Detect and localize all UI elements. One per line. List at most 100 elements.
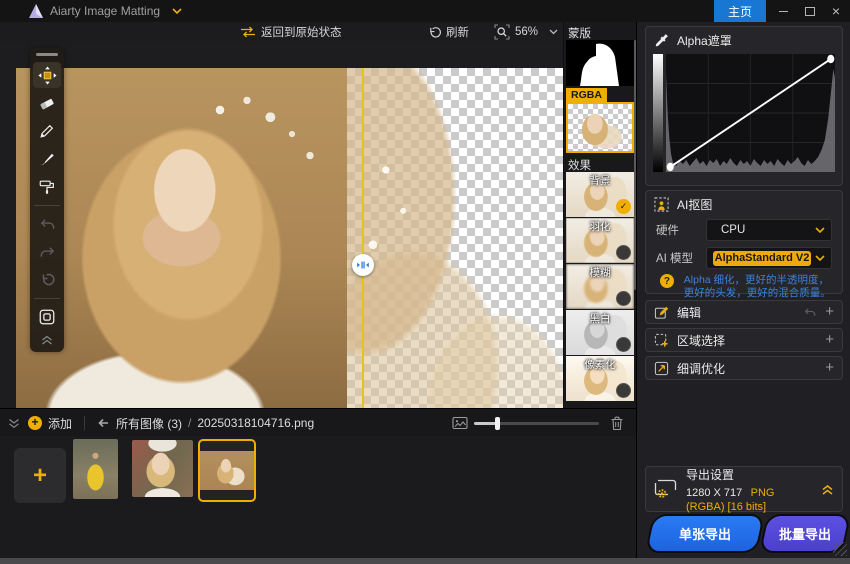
region-select-section-header[interactable]: 区域选择 + bbox=[645, 328, 843, 352]
delete-image-button[interactable] bbox=[610, 409, 624, 437]
effect-thumbnail-bw[interactable]: 黑白 bbox=[566, 310, 634, 355]
app-menu-chevron-icon[interactable] bbox=[172, 8, 182, 15]
minimize-button[interactable] bbox=[776, 6, 790, 17]
brush-tool-button[interactable] bbox=[33, 146, 61, 172]
canvas-viewport[interactable] bbox=[0, 42, 563, 408]
effect-thumbnail-pixelate[interactable]: 像素化 bbox=[566, 356, 634, 401]
expand-section-button[interactable]: + bbox=[825, 333, 834, 347]
trash-icon bbox=[610, 416, 624, 431]
window-bottom-edge bbox=[0, 558, 850, 564]
effect-enabled-check-icon[interactable]: ✓ bbox=[616, 199, 631, 214]
filmstrip-add-tile[interactable]: + bbox=[14, 448, 66, 503]
plus-circle-icon: + bbox=[28, 416, 42, 430]
alpha-gradient-strip bbox=[653, 54, 663, 172]
maximize-button[interactable] bbox=[803, 6, 817, 17]
effect-toggle[interactable] bbox=[616, 383, 631, 398]
move-icon bbox=[38, 66, 57, 85]
alpha-panel-header[interactable]: Alpha遮罩 bbox=[646, 27, 842, 52]
image-preview[interactable] bbox=[16, 68, 563, 408]
compare-divider-line[interactable] bbox=[362, 68, 364, 408]
filmstrip-thumbnail-3-selected[interactable] bbox=[198, 439, 256, 502]
model-row: AI 模型 AlphaStandard V2 bbox=[646, 244, 842, 272]
effect-toggle[interactable] bbox=[616, 337, 631, 352]
expand-section-button[interactable]: + bbox=[825, 361, 834, 375]
title-bar: Aiarty Image Matting 主页 × bbox=[0, 0, 850, 23]
region-select-icon bbox=[654, 333, 669, 348]
eraser-icon bbox=[38, 94, 56, 112]
hardware-select[interactable]: CPU bbox=[706, 219, 832, 241]
alpha-curve-plot[interactable] bbox=[666, 54, 835, 172]
alpha-mask-panel: Alpha遮罩 bbox=[645, 26, 843, 186]
palette-drag-handle[interactable] bbox=[36, 53, 58, 56]
roller-tool-button[interactable] bbox=[33, 174, 61, 200]
move-tool-button[interactable] bbox=[33, 62, 61, 88]
edit-icon bbox=[654, 305, 669, 320]
collection-label[interactable]: 所有图像 (3) bbox=[116, 415, 182, 432]
effect-toggle[interactable] bbox=[616, 245, 631, 260]
headpiece-flowers bbox=[166, 86, 346, 206]
effect-thumbnail-background[interactable]: 背景 ✓ bbox=[566, 172, 634, 217]
home-button[interactable]: 主页 bbox=[714, 0, 766, 22]
magnifier-icon bbox=[494, 24, 510, 40]
chevron-down-icon bbox=[815, 227, 825, 233]
rgba-badge: RGBA bbox=[566, 88, 607, 102]
finetune-section-header[interactable]: 细调优化 + bbox=[645, 356, 843, 380]
thumbnail-size-slider[interactable] bbox=[474, 422, 599, 425]
export-title: 导出设置 bbox=[686, 466, 813, 483]
workspace: 返回到原始状态 刷新 56% bbox=[0, 22, 636, 558]
help-wrap: ? bbox=[656, 274, 678, 288]
expand-section-button[interactable]: + bbox=[825, 305, 834, 319]
filmstrip-thumbnail-2[interactable] bbox=[132, 440, 193, 497]
window-resize-grip[interactable] bbox=[833, 542, 847, 556]
zoom-control[interactable]: 56% bbox=[494, 22, 558, 42]
slider-handle[interactable] bbox=[495, 417, 500, 430]
model-select[interactable]: AlphaStandard V2 bbox=[706, 247, 832, 269]
marquee-tool-button[interactable] bbox=[33, 304, 61, 330]
double-chevron-down-icon bbox=[8, 418, 20, 429]
back-arrow-icon[interactable] bbox=[96, 417, 110, 429]
collapse-palette-button[interactable] bbox=[33, 332, 61, 348]
single-export-button[interactable]: 单张导出 bbox=[647, 516, 762, 551]
effect-thumbnail-blur[interactable]: 模糊 bbox=[566, 264, 634, 309]
collapse-filmstrip-button[interactable] bbox=[8, 409, 20, 437]
image-size-icon bbox=[452, 416, 468, 430]
reset-history-button[interactable] bbox=[33, 267, 61, 293]
compare-slider-handle[interactable] bbox=[352, 254, 374, 276]
undo-icon bbox=[39, 217, 56, 232]
effect-thumbnail-feather[interactable]: 羽化 bbox=[566, 218, 634, 263]
palette-divider bbox=[34, 298, 60, 299]
marquee-icon bbox=[38, 308, 56, 326]
edit-section-header[interactable]: 编辑 + bbox=[645, 300, 843, 324]
eraser-tool-button[interactable] bbox=[33, 90, 61, 116]
undo-button[interactable] bbox=[33, 211, 61, 237]
export-size: 1280 X 717 bbox=[686, 487, 742, 499]
hardware-row: 硬件 CPU bbox=[646, 216, 842, 244]
alpha-histogram[interactable] bbox=[646, 52, 842, 179]
export-settings-icon bbox=[654, 479, 678, 499]
model-label: AI 模型 bbox=[656, 250, 700, 266]
refresh-button[interactable]: 刷新 bbox=[428, 22, 469, 42]
reset-original-button[interactable]: 返回到原始状态 bbox=[240, 22, 342, 42]
pencil-icon bbox=[38, 122, 56, 140]
help-button[interactable]: ? bbox=[660, 274, 674, 288]
export-settings-panel[interactable]: 导出设置 1280 X 717 PNG (RGBA) [16 bits] bbox=[645, 466, 843, 512]
add-image-button[interactable]: + 添加 bbox=[28, 409, 72, 437]
reset-rotate-icon bbox=[39, 272, 55, 288]
collapse-export-chevron-icon[interactable] bbox=[821, 483, 834, 496]
plus-icon: + bbox=[33, 462, 47, 490]
mask-preview-thumbnail[interactable] bbox=[566, 40, 634, 86]
palette-divider bbox=[34, 205, 60, 206]
brush-icon bbox=[38, 150, 56, 168]
filmstrip-thumbnail-1[interactable] bbox=[73, 439, 118, 499]
close-button[interactable]: × bbox=[829, 6, 843, 17]
ai-matting-icon bbox=[654, 197, 669, 212]
refresh-icon bbox=[428, 26, 441, 39]
pencil-tool-button[interactable] bbox=[33, 118, 61, 144]
zoom-value: 56% bbox=[515, 26, 538, 38]
effect-toggle[interactable] bbox=[616, 291, 631, 306]
swap-arrows-icon bbox=[240, 26, 256, 38]
redo-button[interactable] bbox=[33, 239, 61, 265]
section-undo-icon[interactable] bbox=[803, 307, 817, 318]
rgba-preview-thumbnail[interactable] bbox=[566, 102, 634, 153]
redo-icon bbox=[39, 245, 56, 260]
